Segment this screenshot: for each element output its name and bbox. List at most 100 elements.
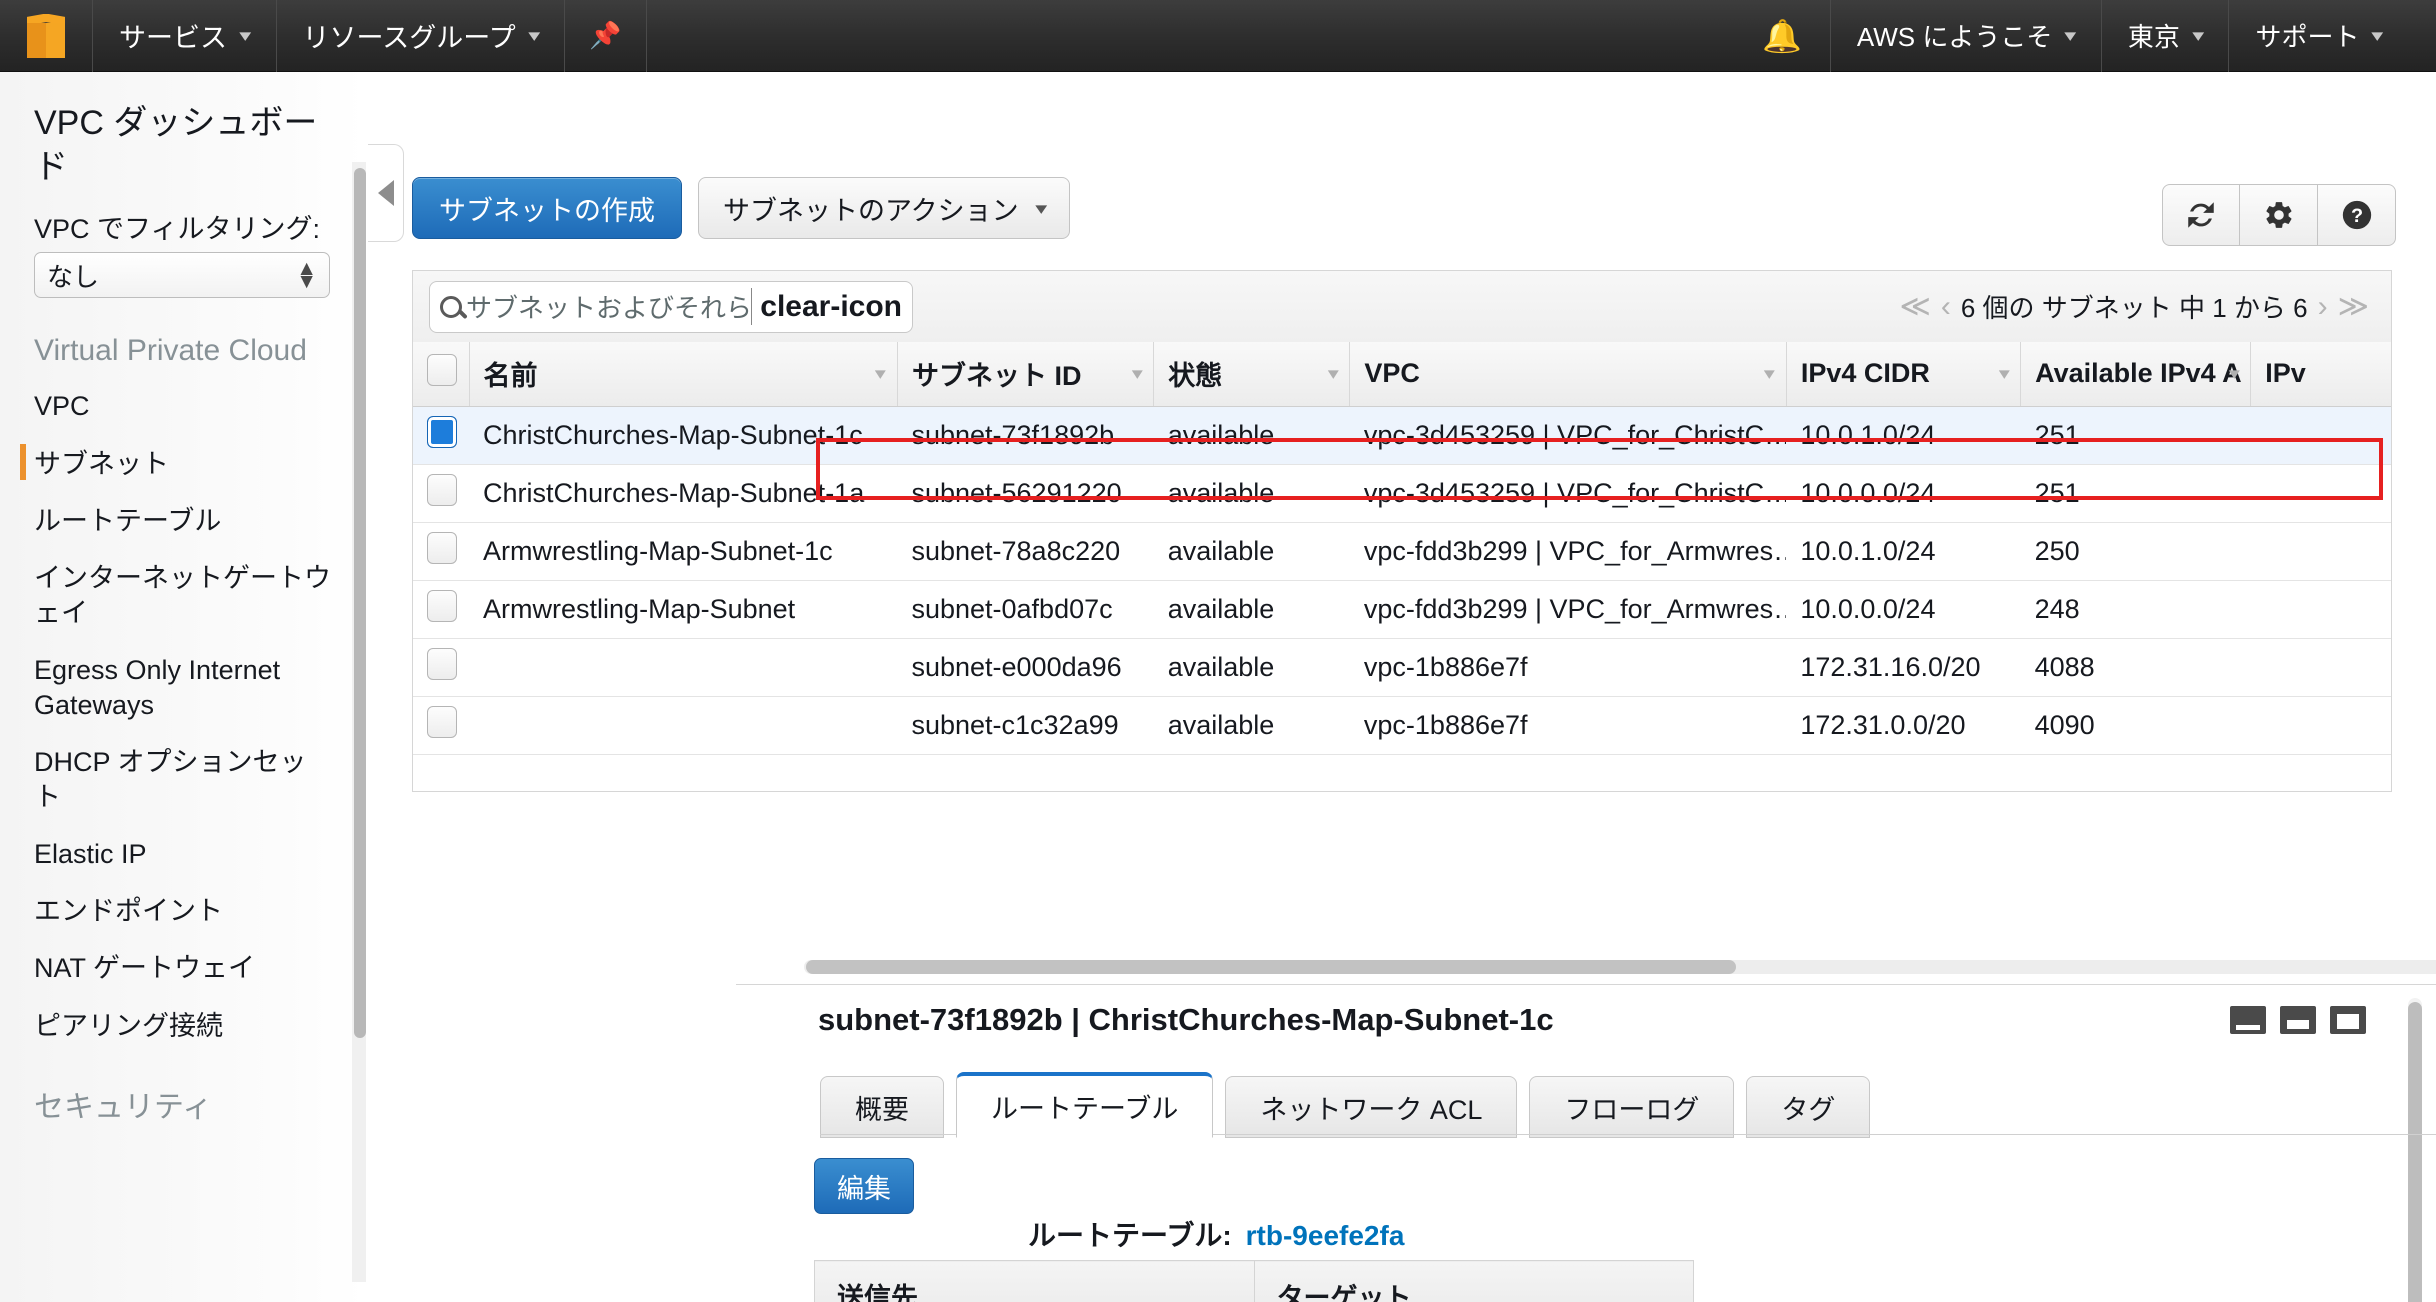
sort-chevron-down-icon[interactable]: ▾: [1328, 364, 1339, 384]
table-row[interactable]: Armwrestling-Map-Subnet-1c subnet-78a8c22…: [413, 522, 2391, 581]
row-checkbox[interactable]: [427, 647, 457, 680]
nav-support-label: サポート: [2255, 22, 2360, 52]
nav-region-menu[interactable]: 東京 ▾: [2102, 0, 2229, 72]
cell-name: [469, 638, 898, 697]
sort-chevron-down-icon[interactable]: ▾: [1131, 364, 1142, 384]
routes-column-header: ターゲット: [1253, 1260, 1694, 1302]
route-table-id-link[interactable]: rtb-9eefe2fa: [1246, 1220, 1405, 1252]
row-checkbox[interactable]: [427, 531, 457, 564]
tab-2[interactable]: ネットワーク ACL: [1225, 1076, 1518, 1138]
chevron-down-icon: ▾: [1034, 198, 1047, 218]
cell-state: available: [1153, 406, 1350, 465]
tab-3[interactable]: フローログ: [1529, 1076, 1735, 1138]
pagination-first-button[interactable]: ≪: [1899, 289, 1930, 324]
table-row[interactable]: ChristChurches-Map-Subnet-1c subnet-73f18…: [413, 406, 2391, 465]
table-horizontal-scroll-thumb[interactable]: [806, 960, 1736, 974]
help-button[interactable]: ?: [2318, 184, 2396, 246]
pagination-next-button[interactable]: ›: [2318, 290, 2328, 324]
tab-0[interactable]: 概要: [820, 1076, 944, 1138]
sidebar-item-1[interactable]: サブネット: [0, 436, 366, 493]
sort-chevron-down-icon[interactable]: ▾: [1998, 364, 2009, 384]
page-title: VPC ダッシュボード: [34, 104, 318, 186]
stepper-icon: ▲ ▼: [296, 257, 317, 294]
nav-resource-groups-menu[interactable]: リソースグループ ▾: [277, 0, 565, 72]
sidebar-item-2[interactable]: ルートテーブル: [0, 493, 366, 550]
table-column-header[interactable]: 名前 ▾: [468, 342, 898, 407]
table-row[interactable]: subnet-e000da96 available vpc-1b886e7f 172.…: [413, 638, 2391, 697]
sidebar-item-label: エンドポイント: [34, 896, 223, 927]
cell-name: Armwrestling-Map-Subnet: [469, 580, 898, 639]
routes-table: 送信先 ターゲット: [814, 1260, 1694, 1302]
pin-icon[interactable]: 📌: [565, 20, 645, 51]
row-checkbox[interactable]: [427, 705, 457, 738]
search-icon: [440, 295, 462, 318]
pagination-prev-button[interactable]: ‹: [1941, 290, 1951, 324]
table-row[interactable]: ChristChurches-Map-Subnet-1a subnet-56291…: [413, 464, 2391, 523]
bell-icon[interactable]: 🔔: [1734, 17, 1830, 55]
sidebar-scroll-thumb[interactable]: [354, 168, 366, 1038]
table-column-header[interactable]: IPv4 CIDR ▾: [1785, 342, 2021, 407]
panel-medium-icon[interactable]: [2280, 1006, 2316, 1034]
row-checkbox[interactable]: [427, 589, 457, 622]
tab-4[interactable]: タグ: [1746, 1076, 1871, 1138]
nav-account-menu[interactable]: AWS にようこそ ▾: [1831, 0, 2101, 72]
route-table-label: ルートテーブル:: [1028, 1220, 1232, 1251]
search-placeholder: サブネットおよびそれらのプ: [466, 288, 753, 325]
nav-services-menu[interactable]: サービス ▾: [93, 0, 276, 72]
cell-vpc: vpc-3d453259 | VPC_for_ChristC…: [1349, 464, 1787, 523]
clear-icon[interactable]: clear-icon: [752, 291, 902, 322]
panel-maximize-icon[interactable]: [2330, 1006, 2366, 1034]
row-checkbox[interactable]: [427, 415, 457, 448]
detail-vertical-scroll-thumb[interactable]: [2408, 1002, 2422, 1302]
nav-support-menu[interactable]: サポート ▾: [2229, 0, 2408, 72]
help-icon: ?: [2342, 200, 2371, 230]
table-row[interactable]: Armwrestling-Map-Subnet subnet-0afbd07c av…: [413, 580, 2391, 639]
sidebar-item-3[interactable]: インターネットゲートウェイ: [0, 550, 366, 642]
cell-subnet_id: subnet-0afbd07c: [897, 580, 1154, 639]
nav-region-label: 東京: [2127, 22, 2180, 52]
chevron-down-icon: ▾: [239, 26, 252, 45]
vpc-filter-select[interactable]: なし ▲ ▼: [34, 252, 330, 299]
table-column-header[interactable]: Available IPv4 A ▾: [2020, 342, 2251, 407]
row-select-cell: [413, 522, 470, 581]
sort-chevron-down-icon[interactable]: ▾: [875, 364, 886, 384]
edit-button[interactable]: 編集: [814, 1158, 914, 1214]
table-column-header[interactable]: サブネット ID ▾: [896, 342, 1154, 407]
vpc-filter-label: VPC でフィルタリング:: [34, 214, 320, 245]
tab-1[interactable]: ルートテーブル: [956, 1072, 1214, 1138]
sidebar-item-9[interactable]: ピアリング接続: [0, 998, 366, 1055]
aws-cube-logo[interactable]: [0, 13, 92, 58]
table-column-header[interactable]: VPC ▾: [1349, 342, 1787, 407]
sidebar-item-0[interactable]: VPC: [0, 378, 366, 435]
cell-ipv6: [2250, 522, 2391, 581]
settings-button[interactable]: [2240, 184, 2318, 246]
tab-label: タグ: [1781, 1094, 1836, 1125]
sidebar-item-8[interactable]: NAT ゲートウェイ: [0, 940, 366, 997]
table-column-header[interactable]: 状態 ▾: [1153, 342, 1350, 407]
sort-chevron-down-icon[interactable]: ▾: [1764, 364, 1775, 384]
table-row[interactable]: subnet-c1c32a99 available vpc-1b886e7f 172.…: [413, 696, 2391, 755]
cell-ipv6: [2250, 638, 2391, 697]
create-subnet-button[interactable]: サブネットの作成: [412, 177, 682, 239]
table-column-header[interactable]: IPv: [2250, 342, 2391, 407]
pagination-last-button[interactable]: ≫: [2338, 289, 2369, 324]
panel-minimize-icon[interactable]: [2230, 1006, 2266, 1034]
select-all-checkbox[interactable]: [427, 354, 457, 387]
cell-ipv4_cidr: 10.0.1.0/24: [1786, 406, 2021, 465]
subnet-actions-button[interactable]: サブネットのアクション ▾: [698, 177, 1071, 239]
cell-ipv4_cidr: 172.31.0.0/20: [1786, 696, 2021, 755]
cell-ipv6: [2250, 580, 2391, 639]
sidebar-item-6[interactable]: Elastic IP: [0, 826, 366, 883]
sidebar-collapse-button[interactable]: [368, 144, 404, 242]
cell-ipv4_cidr: 10.0.0.0/24: [1786, 580, 2021, 639]
row-select-cell: [413, 406, 470, 465]
row-checkbox[interactable]: [427, 473, 457, 506]
sidebar-item-5[interactable]: DHCP オプションセット: [0, 734, 366, 826]
sidebar-item-4[interactable]: Egress Only Internet Gateways: [0, 642, 366, 734]
cell-state: available: [1153, 464, 1350, 523]
search-input[interactable]: サブネットおよびそれらのプ clear-icon: [429, 280, 913, 333]
sidebar-item-label: ルートテーブル: [34, 505, 222, 536]
sort-chevron-down-icon[interactable]: ▾: [2228, 364, 2239, 384]
sidebar-item-7[interactable]: エンドポイント: [0, 883, 366, 940]
refresh-button[interactable]: [2162, 184, 2240, 246]
